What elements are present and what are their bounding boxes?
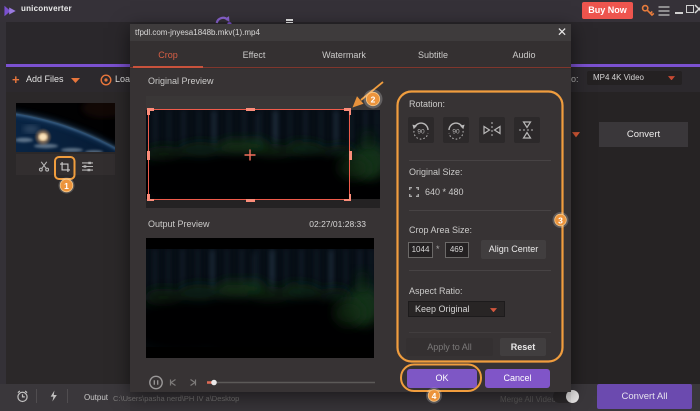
svg-text:1: 1 — [64, 181, 69, 191]
svg-text:2: 2 — [371, 94, 376, 104]
svg-text:4: 4 — [432, 391, 437, 401]
svg-text:3: 3 — [558, 215, 563, 225]
